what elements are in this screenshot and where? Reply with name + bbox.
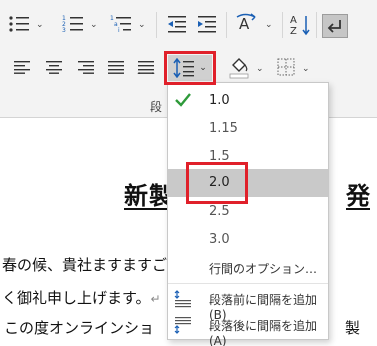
borders-dropdown-chevron-icon[interactable]: ⌄	[302, 64, 310, 74]
increase-indent-button[interactable]	[194, 12, 220, 36]
borders-icon	[277, 58, 295, 76]
distribute-button[interactable]	[134, 56, 158, 78]
document-line-3: この度オンラインショ	[4, 319, 155, 337]
space-after-icon	[174, 317, 191, 334]
increase-indent-icon	[198, 16, 216, 33]
ribbon-divider	[316, 12, 317, 38]
menu-item-add-space-after[interactable]: 段落後に間隔を追加(A)	[168, 311, 328, 346]
document-line-1: 春の候、貴社ますますご	[2, 256, 168, 274]
numbered-list-icon: 1 2 3	[62, 15, 83, 34]
menu-item-label: 3.0	[209, 232, 230, 247]
bullets-button[interactable]	[6, 12, 32, 36]
borders-button[interactable]	[274, 56, 298, 78]
svg-text:A: A	[239, 15, 250, 33]
numbering-dropdown-chevron-icon[interactable]: ⌄	[90, 20, 98, 30]
svg-text:A: A	[290, 15, 297, 26]
align-center-icon	[46, 61, 62, 74]
svg-text:Z: Z	[290, 26, 297, 37]
menu-item-label: 1.15	[209, 121, 238, 136]
menu-item-line-spacing-options[interactable]: 行間のオプション…	[168, 254, 328, 282]
show-marks-button[interactable]	[322, 14, 348, 38]
bullets-dropdown-chevron-icon[interactable]: ⌄	[36, 20, 44, 30]
align-center-button[interactable]	[42, 56, 66, 78]
align-right-icon	[78, 61, 94, 74]
align-left-icon	[14, 61, 30, 74]
menu-item-add-space-before[interactable]: 段落前に間隔を追加(B)	[168, 285, 328, 322]
distributed-align-icon	[137, 61, 155, 74]
align-left-button[interactable]	[10, 56, 34, 78]
shading-button[interactable]	[226, 54, 252, 80]
sort-button[interactable]: A Z	[288, 12, 312, 38]
menu-item-label: 1.0	[209, 93, 230, 108]
document-line-2: く御礼申し上げます。↵	[2, 287, 161, 308]
menu-item-spacing-1-15[interactable]: 1.15	[168, 115, 328, 143]
svg-text:i: i	[118, 27, 120, 34]
ribbon-divider	[156, 12, 157, 38]
document-title-end: 発	[346, 181, 370, 210]
multilevel-list-icon: 1 a i	[110, 15, 131, 34]
menu-item-label: 段落後に間隔を追加(A)	[209, 319, 318, 346]
shading-dropdown-chevron-icon[interactable]: ⌄	[256, 64, 264, 74]
paint-bucket-icon	[229, 58, 249, 79]
bullet-list-icon	[9, 16, 29, 32]
document-line-3-end: 製	[345, 319, 361, 337]
text-direction-button[interactable]: A	[234, 12, 262, 36]
menu-item-spacing-1-0[interactable]: 1.0	[168, 87, 328, 115]
highlight-line-spacing-button	[164, 51, 216, 85]
paragraph-group-label: 段	[150, 100, 163, 114]
highlight-spacing-2-0	[186, 162, 248, 204]
text-direction-dropdown-chevron-icon[interactable]: ⌄	[265, 20, 273, 30]
ribbon-divider	[226, 12, 227, 38]
svg-text:3: 3	[62, 27, 66, 34]
text-direction-icon: A	[236, 13, 256, 33]
multilevel-list-button[interactable]: 1 a i	[108, 12, 134, 36]
menu-item-label: 行間のオプション…	[209, 262, 318, 276]
menu-separator	[168, 283, 328, 284]
ribbon-divider	[282, 12, 283, 38]
paragraph-mark-icon	[327, 20, 341, 33]
document-line-2-text: く御礼申し上げます。	[2, 289, 151, 307]
line-spacing-menu: 1.0 1.15 1.5 2.0 2.5 3.0 行間のオプション… 段落前に間…	[167, 82, 329, 346]
justify-button[interactable]	[104, 56, 128, 78]
checkmark-icon	[175, 93, 191, 107]
space-before-icon	[174, 290, 191, 308]
menu-item-spacing-3-0[interactable]: 3.0	[168, 226, 328, 254]
paragraph-return-mark-icon: ↵	[150, 292, 161, 306]
decrease-indent-icon	[168, 16, 186, 33]
numbering-button[interactable]: 1 2 3	[60, 12, 86, 36]
justify-icon	[108, 61, 124, 74]
multilevel-list-dropdown-chevron-icon[interactable]: ⌄	[138, 20, 146, 30]
menu-item-label: 2.5	[209, 204, 230, 219]
decrease-indent-button[interactable]	[164, 12, 190, 36]
sort-az-icon: A Z	[290, 15, 310, 37]
align-right-button[interactable]	[74, 56, 98, 78]
